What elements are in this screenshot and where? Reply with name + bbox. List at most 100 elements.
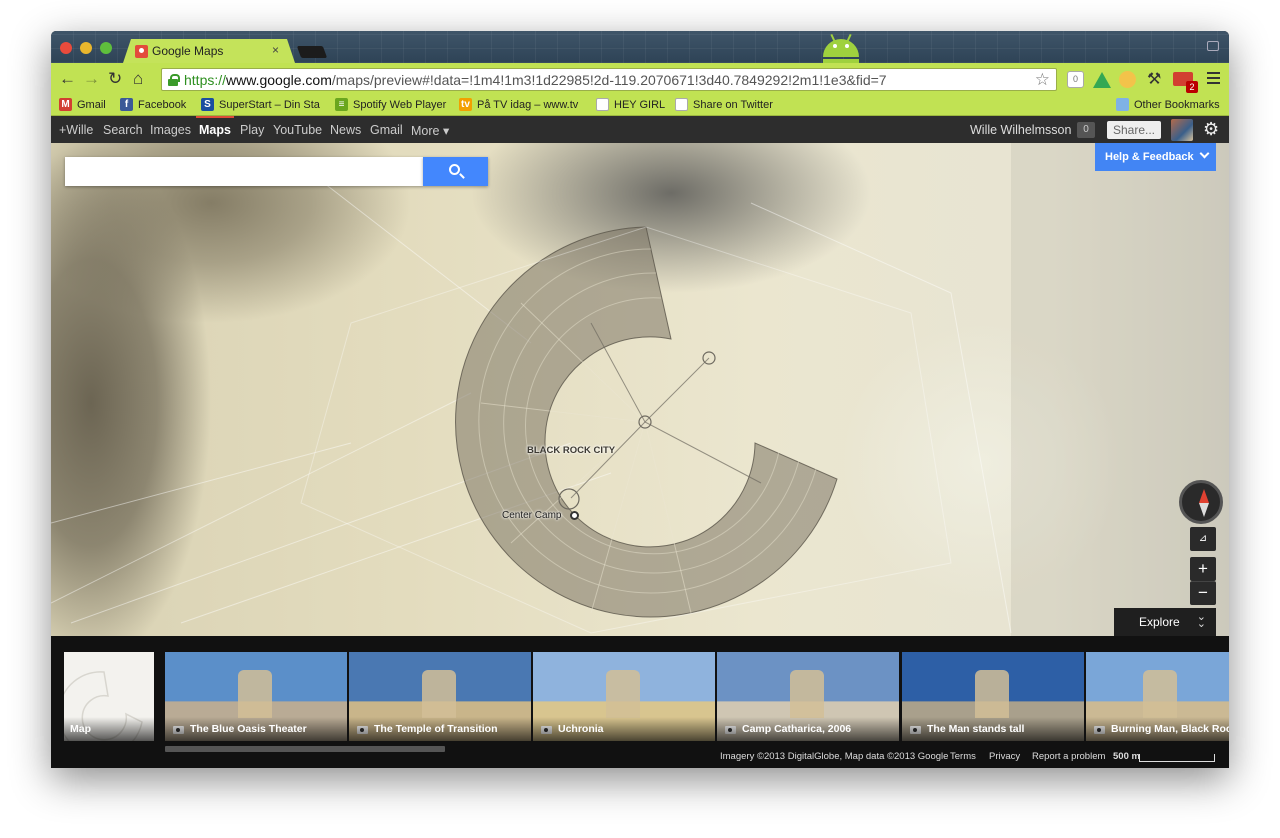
facebook-icon: f (120, 98, 133, 111)
photo-thumbnail[interactable]: Camp Catharica, 2006 (717, 652, 899, 741)
photo-thumbnail[interactable]: Uchronia (533, 652, 715, 741)
photo-subject (1143, 670, 1178, 718)
title-bar: Google Maps × (51, 31, 1229, 65)
gbar-item-gmail[interactable]: Gmail (370, 123, 403, 137)
bookmark-label: På TV idag – www.tv (477, 98, 579, 111)
map-view-thumbnail[interactable]: Map (64, 652, 154, 741)
gbar-item-wille[interactable]: +Wille (59, 123, 93, 137)
bookmarks-bar: M Gmail f Facebook S SuperStart – Din Sta ≡ Spo… (51, 96, 1229, 116)
tilt-button[interactable]: ⊿ (1190, 527, 1216, 551)
home-icon[interactable]: ⌂ (133, 69, 143, 89)
scale-label: 500 m (1113, 751, 1140, 762)
chevron-down-icon (1199, 148, 1210, 159)
photo-label: Burning Man, Black Rock C (1086, 717, 1229, 741)
bookmark-share-on-twitter[interactable]: Share on Twitter (675, 98, 773, 111)
extension-bear-icon[interactable] (1119, 71, 1136, 88)
minimize-window-button[interactable] (80, 42, 92, 54)
gbar-item-search[interactable]: Search (103, 123, 143, 137)
gmail-unread-badge: 2 (1186, 81, 1198, 93)
help-feedback-label: Help & Feedback (1105, 151, 1194, 163)
share-button[interactable]: Share... (1107, 121, 1161, 139)
scale-bar (1139, 754, 1215, 762)
lock-icon (168, 74, 180, 86)
zoom-window-button[interactable] (100, 42, 112, 54)
superstart-icon: S (201, 98, 214, 111)
gbar-item-news[interactable]: News (330, 123, 361, 137)
search-input[interactable] (65, 157, 423, 186)
reload-icon[interactable]: ↻ (108, 69, 122, 89)
photo-label: The Man stands tall (902, 717, 1084, 741)
android-theme-icon (815, 33, 867, 65)
gear-icon[interactable]: ⚙ (1203, 119, 1219, 140)
bookmark-p-tv-idag-www-tv[interactable]: tv På TV idag – www.tv (459, 98, 578, 111)
photo-label: The Blue Oasis Theater (165, 717, 347, 741)
folder-icon (1116, 98, 1129, 111)
avatar[interactable] (1171, 119, 1193, 141)
bookmark-facebook[interactable]: f Facebook (120, 98, 186, 111)
bookmark-hey-girl[interactable]: HEY GIRL (596, 98, 665, 111)
black-rock-city-layout (51, 172, 1012, 634)
help-feedback-button[interactable]: Help & Feedback (1095, 143, 1216, 171)
google-drive-icon[interactable] (1093, 72, 1111, 88)
tab-google-maps[interactable]: Google Maps × (123, 39, 295, 63)
url-text: https://www.google.com/maps/preview#!dat… (184, 71, 887, 88)
back-icon[interactable]: ← (59, 69, 76, 89)
photo-thumbnail[interactable]: Burning Man, Black Rock C (1086, 652, 1229, 741)
notification-count[interactable]: 0 (1077, 122, 1095, 138)
photo-subject (237, 670, 272, 718)
other-bookmarks[interactable]: Other Bookmarks (1116, 98, 1220, 111)
gbar-item-images[interactable]: Images (150, 123, 191, 137)
page-icon (675, 98, 688, 111)
extension-tool-icon[interactable]: ⚒ (1147, 69, 1161, 89)
bookmark-gmail[interactable]: M Gmail (59, 98, 106, 111)
photo-subject (974, 670, 1009, 718)
gbar-item-youtube[interactable]: YouTube (273, 123, 322, 137)
bookmark-label: Share on Twitter (693, 98, 773, 111)
gbar-item-maps[interactable]: Maps (199, 123, 231, 137)
gbar-item-more[interactable]: More ▾ (411, 123, 449, 138)
gmail-icon: M (59, 98, 72, 111)
strip-scrollbar[interactable] (165, 746, 445, 752)
double-chevron-down-icon: ⌄ ⌄ (1196, 611, 1206, 630)
poi-marker-icon[interactable] (570, 511, 579, 520)
page-icon (596, 98, 609, 111)
terms-link[interactable]: Terms (950, 751, 976, 762)
zoom-in-button[interactable]: + (1190, 557, 1216, 581)
extension-counter-icon[interactable]: 0 (1067, 71, 1084, 88)
photo-subject (421, 670, 456, 718)
photo-thumbnail[interactable]: The Blue Oasis Theater (165, 652, 347, 741)
bookmark-spotify-web-player[interactable]: ≡ Spotify Web Player (335, 98, 446, 111)
user-name[interactable]: Wille Wilhelmsson (970, 123, 1071, 137)
tab-title: Google Maps (152, 44, 224, 58)
gbar-item-play[interactable]: Play (240, 123, 264, 137)
city-map-label[interactable]: BLACK ROCK CITY (527, 445, 615, 456)
report-problem-link[interactable]: Report a problem (1032, 751, 1105, 762)
bookmark-superstart-din-sta[interactable]: S SuperStart – Din Sta (201, 98, 320, 111)
photo-thumbnail[interactable]: The Temple of Transition (349, 652, 531, 741)
bookmark-label: Spotify Web Player (353, 98, 447, 111)
tab-close-icon[interactable]: × (272, 43, 279, 57)
compass-icon[interactable] (1179, 480, 1223, 524)
zoom-out-button[interactable]: − (1190, 581, 1216, 605)
explore-button[interactable]: Explore ⌄ ⌄ (1114, 608, 1216, 636)
fullscreen-icon[interactable] (1207, 41, 1219, 51)
center-camp-label[interactable]: Center Camp (502, 510, 561, 521)
search-icon (449, 164, 460, 175)
search-button[interactable] (423, 157, 488, 186)
new-tab-button[interactable] (296, 46, 328, 58)
bookmark-star-icon[interactable]: ☆ (1035, 70, 1050, 90)
chrome-menu-icon[interactable] (1207, 72, 1220, 84)
photo-thumbnail[interactable]: The Man stands tall (902, 652, 1084, 741)
privacy-link[interactable]: Privacy (989, 751, 1020, 762)
photo-label: Camp Catharica, 2006 (717, 717, 899, 741)
forward-icon[interactable]: → (83, 69, 100, 89)
browser-toolbar: ← → ↻ ⌂ https://www.google.com/maps/prev… (51, 63, 1229, 96)
photo-subject (789, 670, 824, 718)
address-bar[interactable]: https://www.google.com/maps/preview#!dat… (161, 68, 1057, 91)
satellite-map[interactable]: BLACK ROCK CITY Center Camp Help & Feedb… (51, 143, 1229, 636)
close-window-button[interactable] (60, 42, 72, 54)
photo-label: Uchronia (533, 717, 715, 741)
browser-window: Google Maps × ← → ↻ ⌂ https://www.google… (51, 31, 1229, 768)
map-thumbnail-label: Map (64, 717, 154, 741)
google-bar: Wille Wilhelmsson 0 Share... ⚙ +Wille Sea… (51, 116, 1229, 143)
